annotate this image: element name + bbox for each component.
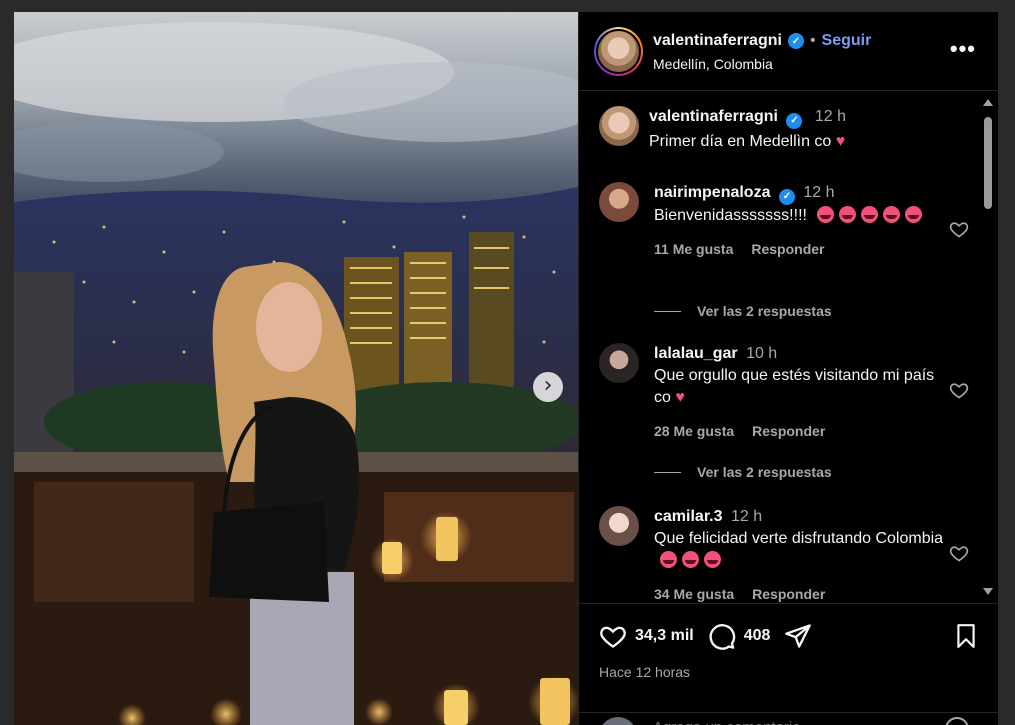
caption-time: 12 h [814, 108, 846, 125]
comment-username[interactable]: nairimpenaloza [654, 184, 770, 201]
heart-eyes-emoji-icon [817, 206, 835, 223]
share-paper-plane-icon [785, 624, 812, 648]
heart-eyes-emoji-icon [682, 551, 699, 568]
caption-text: Primer día en Medellìn co [649, 133, 832, 150]
reply-button[interactable]: Responder [752, 586, 825, 602]
author-username[interactable]: valentinaferragni [653, 32, 782, 50]
heart-eyes-emoji-icon [839, 206, 857, 223]
like-button[interactable]: 34,3 mil [599, 622, 694, 650]
current-user-avatar [599, 717, 637, 725]
heart-eyes-emoji-icon [660, 551, 677, 568]
caption-username[interactable]: valentinaferragni [649, 108, 778, 125]
chevron-right-icon: › [543, 373, 553, 398]
comments-scrollbar[interactable] [982, 97, 994, 597]
more-options-icon[interactable]: ••• [950, 36, 976, 62]
replies-line [654, 471, 681, 473]
like-count[interactable]: 34,3 mil [635, 627, 694, 645]
like-comment-heart-icon[interactable] [949, 543, 969, 563]
reply-button[interactable]: Responder [751, 241, 824, 257]
author-avatar-small[interactable] [599, 106, 639, 146]
comment-item: nairimpenaloza ✓ 12 h Bienvenidasssssss!… [599, 182, 969, 292]
comment-like-count[interactable]: 11 Me gusta [654, 241, 733, 257]
comments-list[interactable]: valentinaferragni ✓ 12 h Primer día en M… [579, 92, 998, 602]
author-line: valentinaferragni ✓ • Seguir [653, 32, 871, 50]
author-avatar[interactable] [594, 27, 643, 76]
comment-username[interactable]: camilar.3 [654, 508, 723, 525]
verified-badge-icon: ✓ [787, 33, 804, 49]
scrollbar-thumb[interactable] [984, 117, 992, 209]
emoji-picker-icon[interactable] [945, 717, 969, 725]
view-replies-button[interactable]: Ver las 2 respuestas [654, 303, 832, 319]
post-photo[interactable]: › [14, 12, 578, 725]
follow-button[interactable]: Seguir [822, 32, 872, 50]
commenter-avatar[interactable] [599, 506, 639, 546]
verified-badge-icon: ✓ [786, 113, 803, 129]
heart-eyes-emoji-icon [905, 206, 923, 223]
like-comment-heart-icon[interactable] [949, 219, 969, 239]
comment-text: Que orgullo que estés visitando mi país … [654, 367, 935, 406]
commenter-avatar[interactable] [599, 343, 639, 383]
post-header: valentinaferragni ✓ • Seguir Medellín, C… [579, 12, 998, 91]
add-comment-row [579, 712, 998, 725]
comment-item: camilar.3 12 h Que felicidad verte disfr… [599, 506, 969, 602]
comment-time: 12 h [730, 508, 763, 525]
post-actions: 34,3 mil 408 Hace 12 horas [579, 603, 998, 725]
comment-text: Bienvenidasssssss!!!! [654, 207, 807, 224]
scroll-up-arrow-icon[interactable] [983, 99, 993, 106]
add-comment-input[interactable] [653, 719, 903, 725]
comment-bubble-icon [709, 624, 735, 650]
heart-eyes-emoji-icon [704, 551, 721, 568]
post-location[interactable]: Medellín, Colombia [653, 56, 773, 72]
save-bookmark-icon[interactable] [953, 622, 979, 650]
next-photo-button[interactable]: › [533, 372, 563, 402]
heart-eyes-emoji-icon [861, 206, 879, 223]
post-modal: › valentinaferragni ✓ • Seguir Medellín,… [14, 12, 998, 725]
heart-icon [600, 626, 626, 648]
comment-like-count[interactable]: 34 Me gusta [654, 586, 734, 602]
post-side-panel: valentinaferragni ✓ • Seguir Medellín, C… [578, 12, 998, 725]
heart-emoji-icon: ♥ [835, 133, 846, 150]
view-replies-button[interactable]: Ver las 2 respuestas [654, 464, 832, 480]
heart-emoji-icon: ♥ [675, 389, 685, 406]
scroll-down-arrow-icon[interactable] [983, 588, 993, 595]
share-button[interactable] [784, 622, 812, 650]
like-comment-heart-icon[interactable] [949, 380, 969, 400]
heart-eyes-emoji-icon [883, 206, 901, 223]
replies-line [654, 310, 681, 312]
comment-username[interactable]: lalalau_gar [654, 345, 738, 362]
comment-time: 12 h [803, 184, 835, 201]
comment-like-count[interactable]: 28 Me gusta [654, 423, 734, 439]
comment-button[interactable]: 408 [708, 622, 771, 650]
verified-badge-icon: ✓ [778, 189, 795, 205]
comment-text: Que felicidad verte disfrutando Colombia [654, 530, 944, 547]
separator-dot: • [809, 32, 816, 49]
photo-illustration [14, 22, 578, 725]
comment-item: lalalau_gar 10 h Que orgullo que estés v… [599, 343, 969, 453]
commenter-avatar[interactable] [599, 182, 639, 222]
comment-count[interactable]: 408 [744, 627, 771, 645]
comment-time: 10 h [746, 345, 778, 362]
post-time-ago: Hace 12 horas [599, 664, 691, 680]
reply-button[interactable]: Responder [752, 423, 825, 439]
